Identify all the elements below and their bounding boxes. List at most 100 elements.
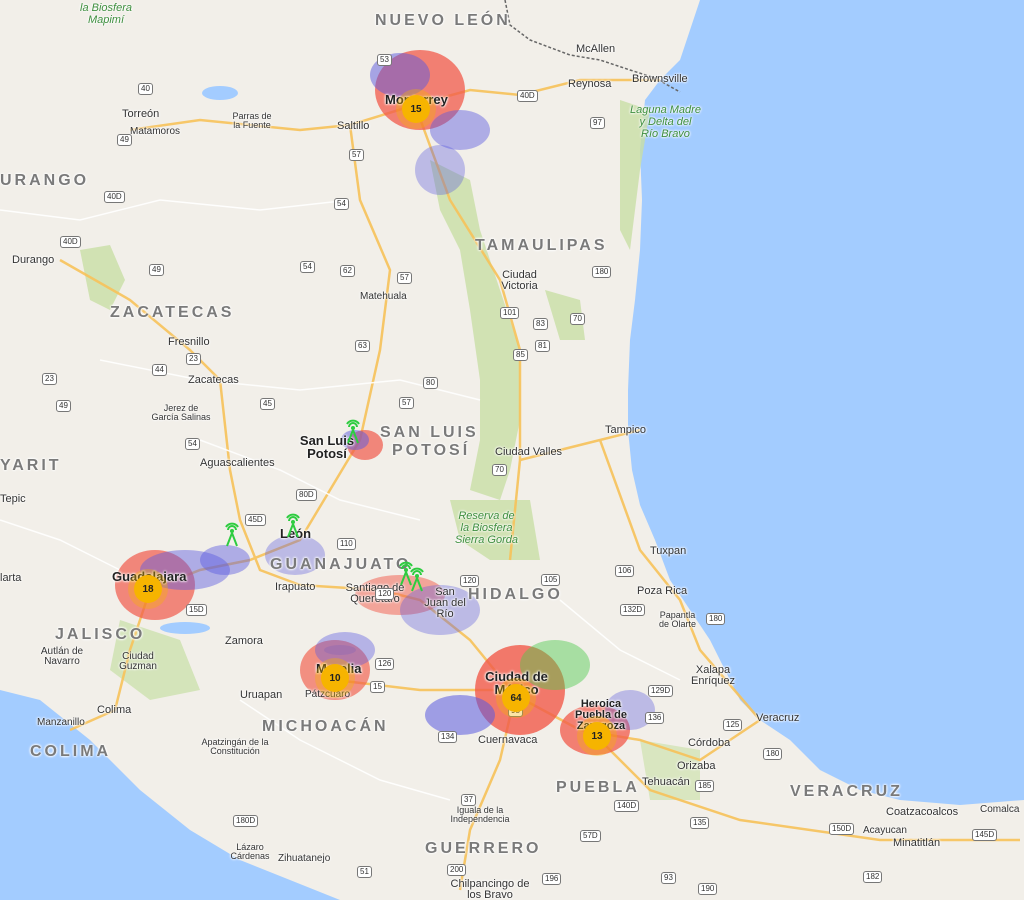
city-label-ciudad-valles: Ciudad Valles bbox=[495, 446, 563, 458]
city-label-tampico: Tampico bbox=[605, 424, 646, 436]
city-label-orizaba: Orizaba bbox=[677, 760, 716, 772]
highway-shield: 136 bbox=[645, 712, 665, 724]
state-label-durango: URANGO bbox=[0, 172, 90, 189]
cluster-marker-puebla[interactable]: 13 bbox=[583, 722, 611, 750]
highway-shield: 57 bbox=[399, 397, 414, 409]
highway-shield: 53 bbox=[377, 54, 392, 66]
city-label-irapuato: Irapuato bbox=[275, 581, 316, 593]
highway-shield: 110 bbox=[337, 538, 356, 550]
highway-shield: 132D bbox=[620, 604, 646, 616]
highway-shield: 54 bbox=[300, 261, 315, 273]
city-label-minatitlan: Minatitlán bbox=[893, 837, 941, 849]
highway-shield: 15 bbox=[370, 681, 385, 693]
highway-shield: 125 bbox=[723, 719, 743, 731]
cluster-marker-guadalajara[interactable]: 18 bbox=[134, 575, 162, 603]
tower-icon[interactable] bbox=[407, 566, 427, 592]
city-label-comalcalco: Comalca bbox=[980, 804, 1020, 815]
highway-shield: 49 bbox=[149, 264, 164, 276]
state-label-hidalgo: HIDALGO bbox=[468, 586, 563, 603]
city-label-aguascalientes: Aguascalientes bbox=[200, 457, 275, 469]
city-label-tehuacan: Tehuacán bbox=[642, 776, 690, 788]
highway-shield: 185 bbox=[695, 780, 715, 792]
highway-shield: 180D bbox=[233, 815, 259, 827]
city-label-poza-rica: Poza Rica bbox=[637, 585, 688, 597]
highway-shield: 81 bbox=[535, 340, 550, 352]
state-label-guerrero: GUERRERO bbox=[425, 840, 542, 857]
state-label-puebla: PUEBLA bbox=[556, 779, 640, 796]
state-label-nayarit: YARIT bbox=[0, 457, 62, 474]
park-label-laguna-madre: Laguna Madre y Delta del Río Bravo bbox=[630, 104, 701, 141]
state-label-nuevo-leon: NUEVO LEÓN bbox=[375, 12, 511, 29]
city-label-chilpancingo: Chilpancingo de los Bravo bbox=[450, 878, 530, 900]
city-label-uruapan: Uruapan bbox=[240, 689, 283, 701]
highway-shield: 126 bbox=[375, 658, 395, 670]
city-label-tepic: Tepic bbox=[0, 493, 26, 505]
highway-shield: 134 bbox=[438, 731, 458, 743]
city-label-zacatecas: Zacatecas bbox=[188, 374, 239, 386]
city-label-apatzingan: Apatzingán de la Constitución bbox=[201, 737, 269, 756]
highway-shield: 80D bbox=[296, 489, 317, 501]
highway-shield: 97 bbox=[590, 117, 605, 129]
city-label-veracruz: Veracruz bbox=[756, 712, 800, 724]
city-label-colima: Colima bbox=[97, 704, 132, 716]
highway-shield: 45D bbox=[245, 514, 266, 526]
highway-shield: 51 bbox=[357, 866, 372, 878]
highway-shield: 40D bbox=[104, 191, 125, 203]
city-label-coatzacoalcos: Coatzacoalcos bbox=[886, 806, 959, 818]
highway-shield: 182 bbox=[863, 871, 883, 883]
city-label-acayucan: Acayucan bbox=[863, 825, 907, 836]
highway-shield: 57D bbox=[580, 830, 601, 842]
highway-shield: 180 bbox=[763, 748, 783, 760]
highway-shield: 40D bbox=[60, 236, 81, 248]
highway-shield: 62 bbox=[340, 265, 355, 277]
lake-coahuila bbox=[202, 86, 238, 100]
highway-shield: 57 bbox=[349, 149, 364, 161]
city-label-fresnillo: Fresnillo bbox=[168, 336, 210, 348]
cluster-marker-morelia[interactable]: 10 bbox=[321, 664, 349, 692]
highway-shield: 190 bbox=[698, 883, 718, 895]
highway-shield: 129D bbox=[648, 685, 674, 697]
city-label-zihuatanejo: Zihuatanejo bbox=[278, 853, 331, 864]
city-label-torreon: Torreón bbox=[122, 108, 160, 120]
highway-shield: 40D bbox=[517, 90, 538, 102]
state-label-zacatecas: ZACATECAS bbox=[110, 304, 235, 321]
city-label-papantla: Papantla de Olarte bbox=[658, 610, 697, 629]
city-label-ciudad-guzman: Ciudad Guzman bbox=[119, 651, 157, 672]
cluster-marker-mexico-city[interactable]: 64 bbox=[502, 684, 530, 712]
city-label-manzanillo: Manzanillo bbox=[37, 717, 85, 728]
state-label-michoacan: MICHOACÁN bbox=[262, 718, 389, 735]
map-view[interactable]: la Biosfera Mapimí Laguna Madre y Delta … bbox=[0, 0, 1024, 900]
highway-shield: 101 bbox=[500, 307, 520, 319]
highway-shield: 63 bbox=[355, 340, 370, 352]
state-label-tamaulipas: TAMAULIPAS bbox=[475, 237, 608, 254]
highway-shield: 49 bbox=[56, 400, 71, 412]
highway-shield: 105 bbox=[541, 574, 561, 586]
highway-shield: 40 bbox=[138, 83, 153, 95]
state-label-san-luis: SAN LUIS bbox=[380, 424, 479, 441]
city-label-patzcuaro: Pátzcuaro bbox=[305, 689, 351, 700]
highway-shield: 37 bbox=[461, 794, 476, 806]
state-label-guanajuato: GUANAJUATO bbox=[270, 556, 412, 573]
highway-shield: 70 bbox=[570, 313, 585, 325]
tower-icon[interactable] bbox=[222, 521, 242, 547]
highway-shield: 140D bbox=[614, 800, 640, 812]
tower-icon[interactable] bbox=[343, 418, 363, 444]
highway-shield: 85 bbox=[513, 349, 528, 361]
city-label-matamoros: Matamoros bbox=[130, 126, 181, 137]
park-zacatecas bbox=[80, 245, 125, 310]
city-label-xalapa: Xalapa Enríquez bbox=[690, 664, 736, 687]
city-label-ciudad-victoria: Ciudad Victoria bbox=[501, 269, 538, 292]
cluster-marker-monterrey[interactable]: 15 bbox=[402, 95, 430, 123]
city-label-cordoba: Córdoba bbox=[688, 737, 731, 749]
tower-icon[interactable] bbox=[283, 512, 303, 538]
highway-shield: 150D bbox=[829, 823, 855, 835]
state-label-veracruz: VERACRUZ bbox=[790, 783, 903, 800]
park-label-mapimi: la Biosfera Mapimí bbox=[80, 2, 132, 27]
lake-chapala bbox=[160, 622, 210, 634]
state-label-colima: COLIMA bbox=[30, 743, 112, 760]
city-label-vallarta: larta bbox=[0, 572, 22, 584]
city-label-brownsville: Brownsville bbox=[632, 73, 688, 85]
highway-shield: 120 bbox=[460, 575, 480, 587]
city-label-cuernavaca: Cuernavaca bbox=[478, 734, 538, 746]
city-label-zamora: Zamora bbox=[225, 635, 263, 647]
